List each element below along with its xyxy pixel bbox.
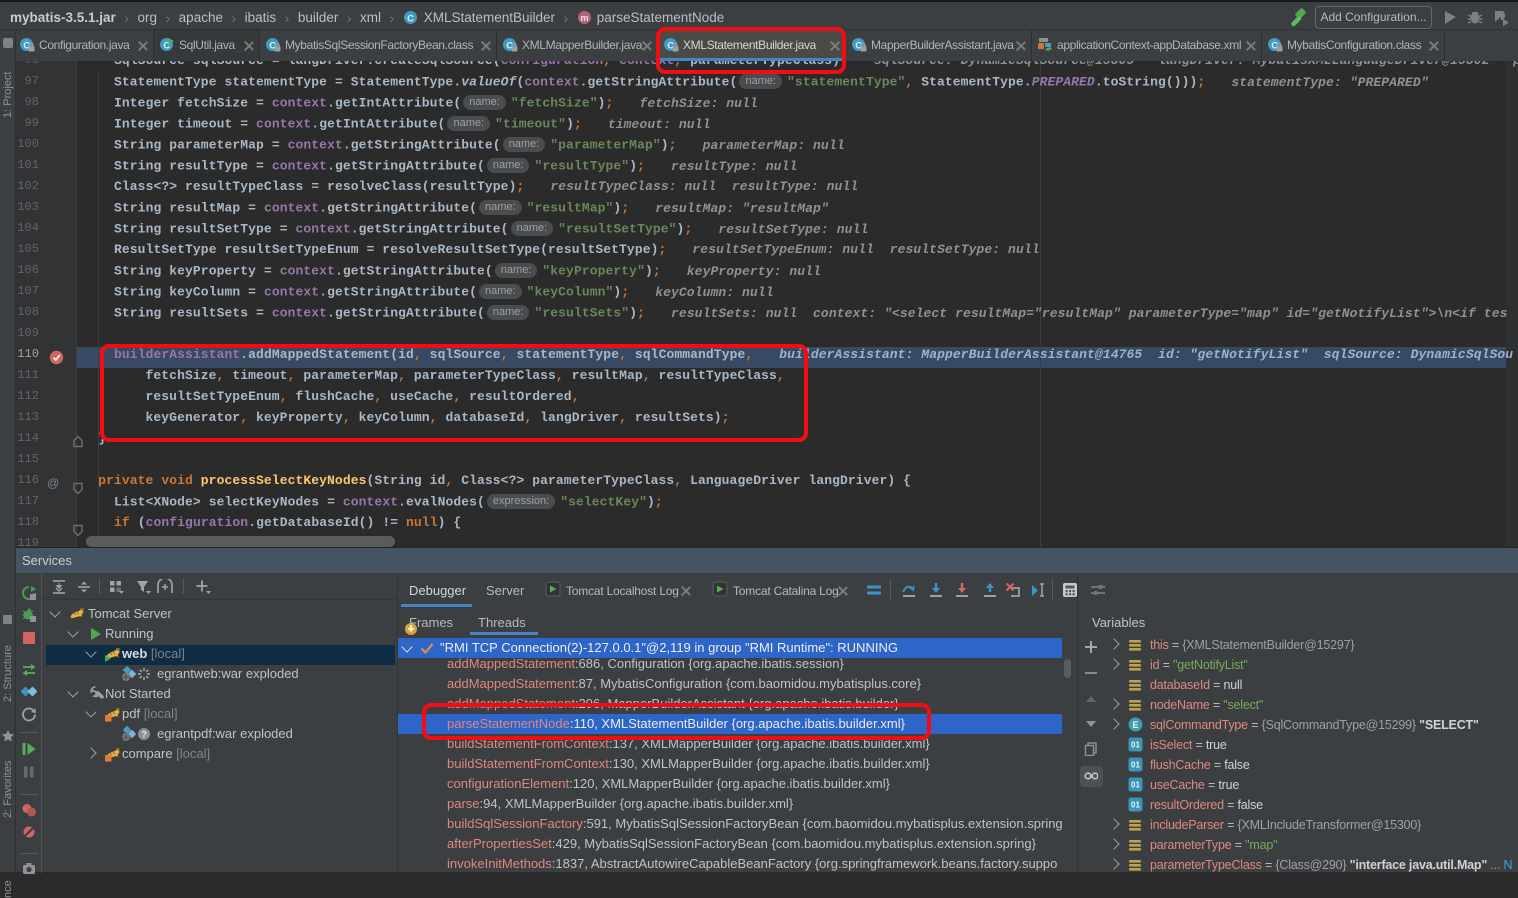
- svg-text:01: 01: [1131, 781, 1140, 790]
- svg-text:01: 01: [1131, 801, 1140, 810]
- svg-text:m: m: [580, 13, 588, 23]
- svg-text:E: E: [1132, 720, 1138, 730]
- svg-text:01: 01: [1131, 761, 1140, 770]
- svg-text:C: C: [407, 13, 414, 24]
- svg-text:01: 01: [1131, 741, 1140, 750]
